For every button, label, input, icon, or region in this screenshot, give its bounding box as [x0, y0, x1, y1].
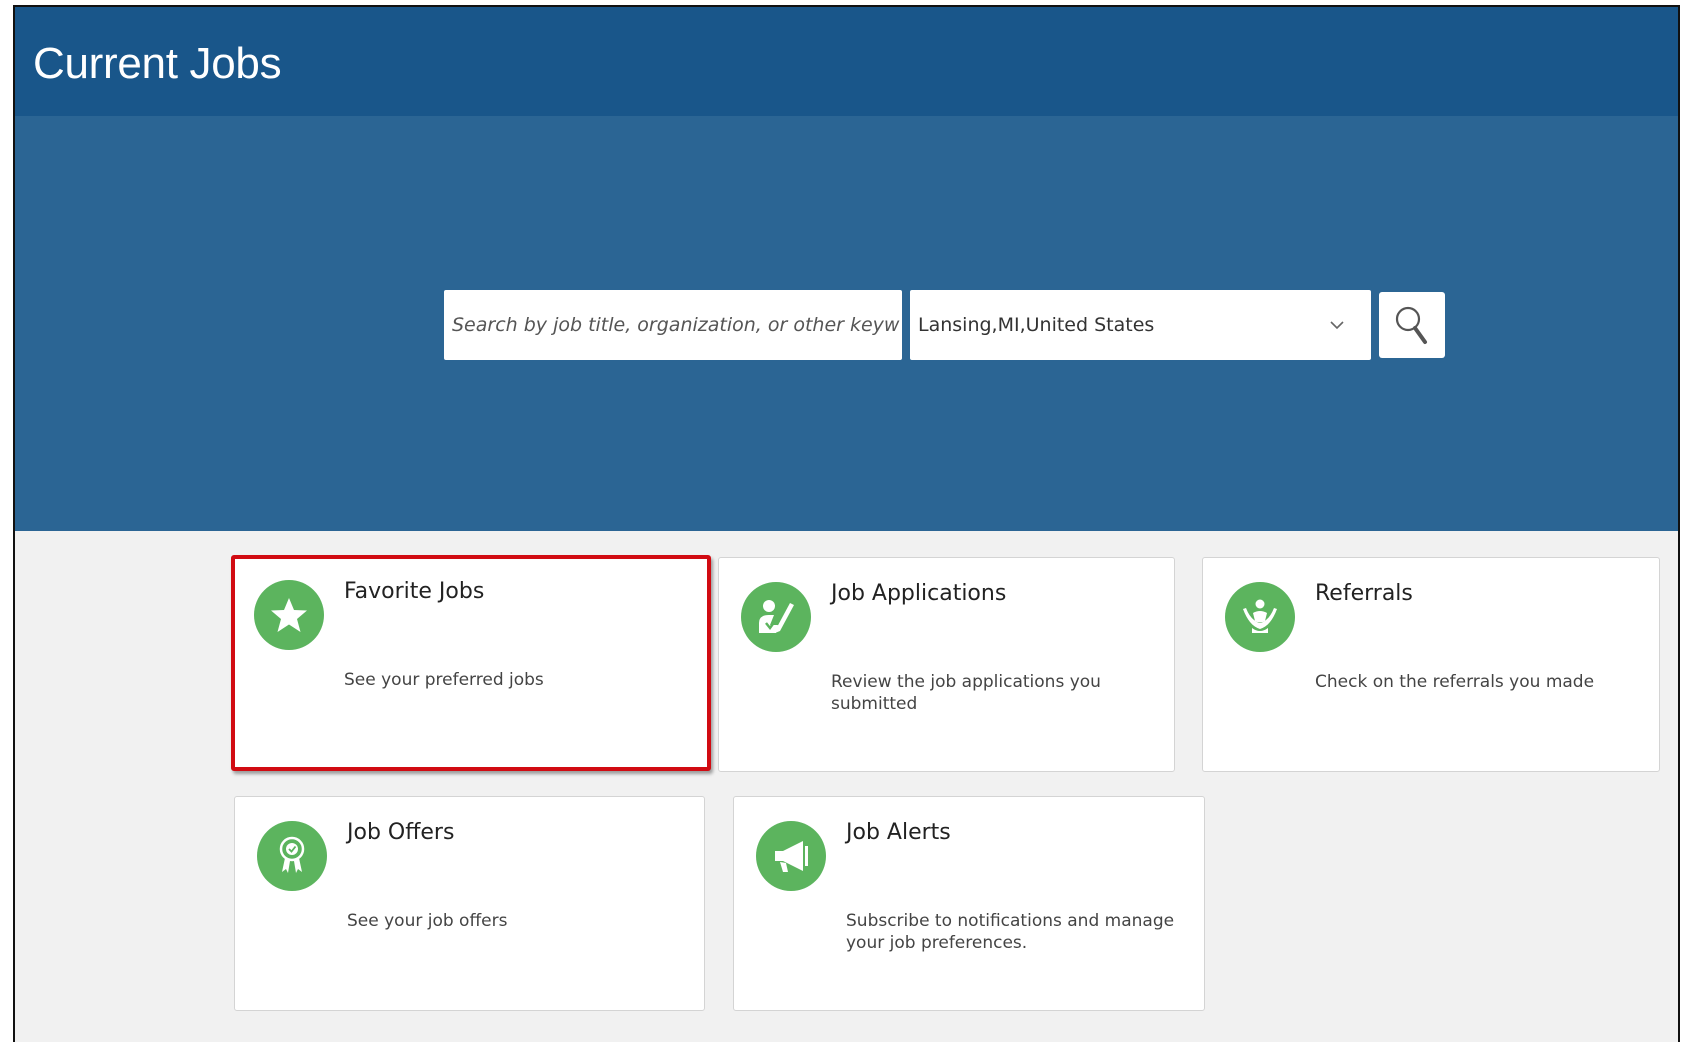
- tile-title: Favorite Jobs: [344, 579, 485, 604]
- chevron-down-icon[interactable]: [1317, 305, 1357, 345]
- person-edit-icon: [741, 582, 811, 652]
- tile-description: Subscribe to notifications and manage yo…: [846, 911, 1175, 953]
- search-button[interactable]: [1379, 292, 1445, 358]
- location-select[interactable]: Lansing,MI,United States: [910, 290, 1371, 360]
- page-title: Current Jobs: [33, 39, 282, 88]
- tile-description: See your job offers: [347, 911, 508, 931]
- tile-favorite-jobs[interactable]: Favorite Jobs See your preferred jobs: [231, 555, 711, 771]
- tile-referrals[interactable]: Referrals Check on the referrals you mad…: [1202, 557, 1660, 772]
- star-icon: [254, 580, 324, 650]
- tile-description: See your preferred jobs: [344, 670, 544, 690]
- keyword-search-input[interactable]: [452, 314, 902, 336]
- tile-title: Referrals: [1315, 581, 1413, 606]
- tile-job-alerts[interactable]: Job Alerts Subscribe to notifications an…: [733, 796, 1205, 1011]
- location-value: Lansing,MI,United States: [918, 314, 1155, 336]
- tile-title: Job Offers: [347, 820, 455, 845]
- search-banner: Lansing,MI,United States: [15, 116, 1678, 531]
- page-header: Current Jobs: [15, 7, 1678, 116]
- hands-person-icon: [1225, 582, 1295, 652]
- tile-job-offers[interactable]: Job Offers See your job offers: [234, 796, 705, 1011]
- app-frame: Current Jobs Lansing,MI,United States Fa…: [13, 5, 1680, 1042]
- tile-title: Job Applications: [831, 581, 1007, 606]
- tile-job-applications[interactable]: Job Applications Review the job applicat…: [718, 557, 1175, 772]
- award-ribbon-icon: [257, 821, 327, 891]
- tile-description: Check on the referrals you made: [1315, 672, 1595, 692]
- megaphone-icon: [756, 821, 826, 891]
- magnifier-icon: [1395, 306, 1427, 344]
- tile-title: Job Alerts: [846, 820, 951, 845]
- tile-description: Review the job applications you submitte…: [831, 672, 1101, 714]
- keyword-search-field[interactable]: [444, 290, 902, 360]
